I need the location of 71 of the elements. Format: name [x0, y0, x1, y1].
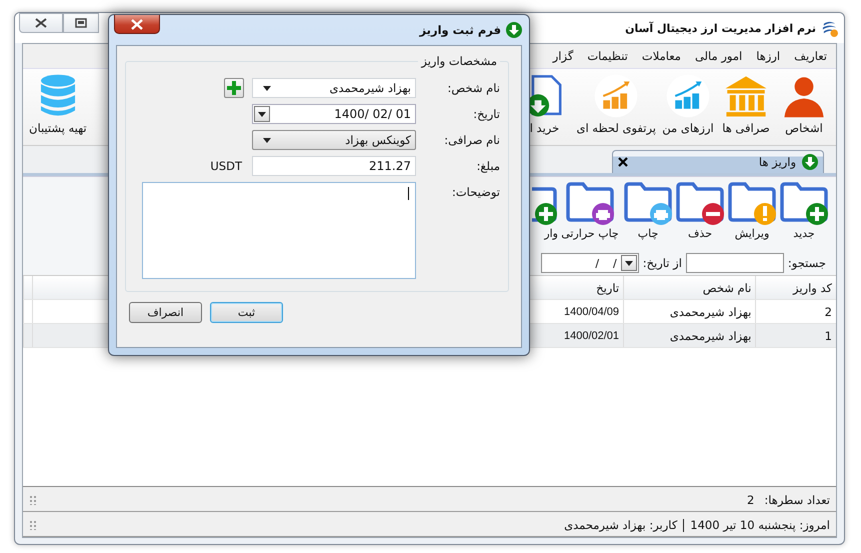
- row-count-label: تعداد سطرها:: [764, 493, 830, 507]
- maximize-button[interactable]: [63, 13, 99, 33]
- menu-item[interactable]: ارزها: [749, 49, 788, 63]
- close-button[interactable]: [19, 13, 63, 33]
- group-title: مشخصات واریز: [420, 54, 498, 68]
- ribbon-button[interactable]: صرافی ها: [718, 69, 774, 135]
- toolbar-button[interactable]: جدید: [778, 181, 830, 251]
- folder-icon: [623, 181, 673, 227]
- dropdown-arrow-icon: [624, 260, 633, 266]
- ribbon-button[interactable]: تهیه پشتیبان: [27, 69, 89, 135]
- date-field[interactable]: / /: [540, 253, 639, 273]
- date-picker[interactable]: 1400/ 02/ 01: [252, 104, 416, 124]
- dialog-button[interactable]: انصراف: [129, 302, 202, 323]
- search-field[interactable]: [686, 253, 784, 273]
- toolbar-button[interactable]: ویرایش: [726, 181, 778, 251]
- menu-item[interactable]: امور مالی: [688, 49, 750, 63]
- currency-unit: USDT: [210, 159, 242, 173]
- table-cell: 2: [755, 300, 836, 323]
- tab[interactable]: واریز ها: [612, 150, 824, 173]
- toolbar-button[interactable]: حذف: [674, 181, 726, 251]
- dropdown-arrow-icon: [263, 138, 271, 142]
- toolbar-button[interactable]: چاپ: [622, 181, 674, 251]
- plus-icon: [227, 81, 241, 95]
- tab-label: واریز ها: [758, 155, 796, 169]
- download-icon: [802, 154, 818, 170]
- field-label: توضیحات:: [450, 184, 500, 199]
- maximize-icon: [75, 18, 87, 28]
- dropdown-arrow-icon: [263, 86, 271, 90]
- logo-icon: [821, 20, 838, 36]
- resize-grip-icon: [29, 520, 37, 530]
- close-icon[interactable]: [618, 157, 628, 167]
- close-button[interactable]: [114, 15, 160, 34]
- field-label: مبلغ:: [476, 158, 500, 173]
- row-count-value: 2: [747, 493, 754, 507]
- ribbon-button[interactable]: اشخاص: [776, 69, 832, 135]
- menu-item[interactable]: تنظیمات: [580, 49, 635, 63]
- field-label: نام صرافی:: [443, 132, 500, 147]
- field-label: تاریخ:: [472, 106, 500, 121]
- menu-item[interactable]: تعاریف: [787, 49, 834, 63]
- dropdown-arrow-icon: [258, 112, 266, 116]
- menu-item[interactable]: گزار: [546, 49, 580, 63]
- folder-icon: [675, 181, 725, 227]
- person-dropdown[interactable]: بهزاد شیرمحمدی: [252, 78, 416, 98]
- dialog-title: فرم ثبت واریز: [420, 23, 501, 37]
- folder-icon: [565, 181, 615, 227]
- field-label: نام شخص:: [446, 80, 500, 95]
- table-cell: بهزاد شیرمحمدی: [623, 324, 756, 347]
- menu-item[interactable]: معاملات: [634, 49, 688, 63]
- exchange-dropdown[interactable]: کوینکس بهزاد: [252, 130, 416, 150]
- column-header[interactable]: نام شخص: [623, 276, 756, 299]
- window-title: نرم افزار مدیریت ارز دیجیتال آسان: [625, 22, 816, 34]
- column-header[interactable]: کد واریز: [755, 276, 836, 299]
- today-date-text: امروز: پنجشنبه 10 تیر 1400: [690, 518, 830, 532]
- ribbon-button[interactable]: پرتفوی لحظه ای: [574, 69, 658, 135]
- folder-icon: [779, 181, 829, 227]
- download-icon: [506, 22, 522, 38]
- table-cell: بهزاد شیرمحمدی: [623, 300, 756, 323]
- close-icon: [35, 18, 47, 28]
- add-button[interactable]: [224, 78, 244, 98]
- folder-icon: [727, 181, 777, 227]
- dialog-button[interactable]: ثبت: [210, 302, 283, 323]
- description-field[interactable]: [142, 182, 416, 279]
- toolbar-button[interactable]: چاپ حرارتی: [558, 181, 622, 251]
- search-label: جستجو:: [788, 256, 826, 270]
- from-date-label: از تاریخ:: [642, 256, 682, 270]
- amount-field[interactable]: 211.27: [252, 156, 416, 176]
- table-cell: 1: [755, 324, 836, 347]
- ribbon-button[interactable]: ارزهای من: [660, 69, 716, 135]
- current-user-text: کاربر: بهزاد شیرمحمدی: [564, 518, 678, 532]
- close-icon: [130, 18, 144, 30]
- resize-grip-icon: [29, 495, 37, 505]
